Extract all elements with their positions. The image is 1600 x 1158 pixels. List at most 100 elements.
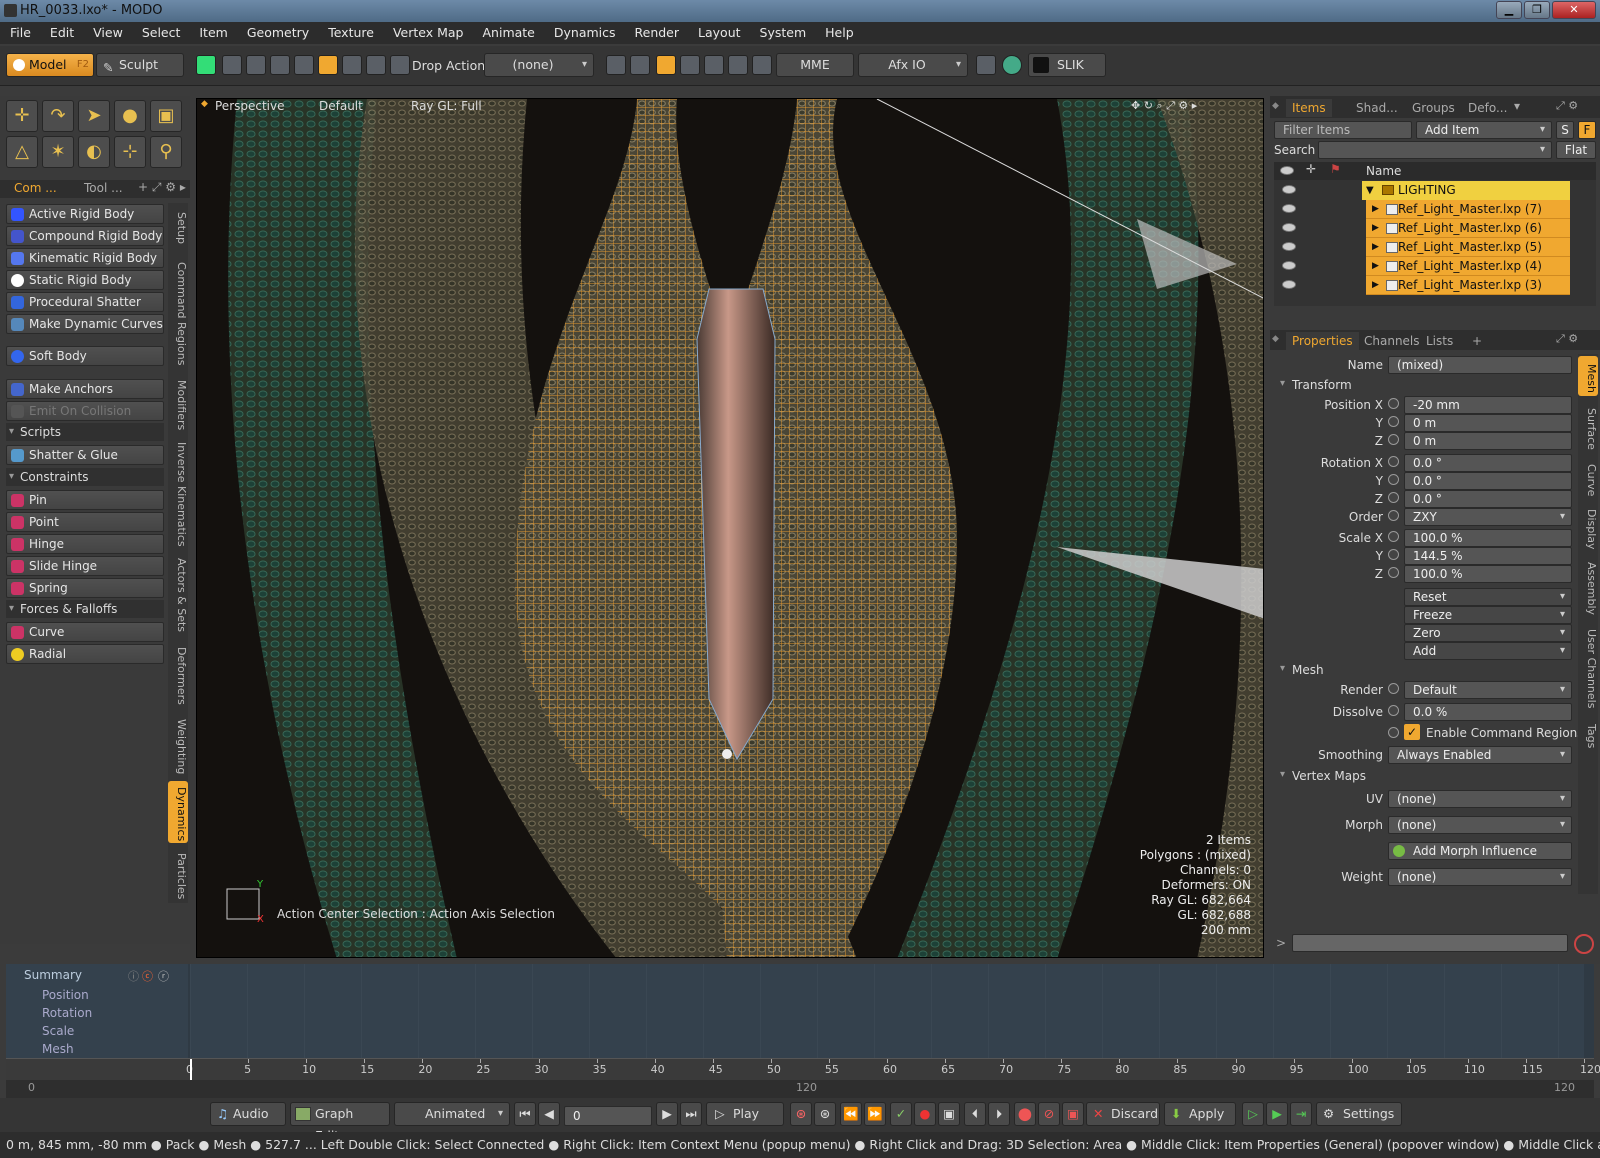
- tab-channels[interactable]: Channels: [1358, 332, 1426, 350]
- visibility-col-icon[interactable]: [1280, 166, 1294, 175]
- emit-on-collision-button[interactable]: Emit On Collision: [6, 401, 164, 421]
- menu-edit[interactable]: Edit: [40, 22, 83, 40]
- dopesheet-grid[interactable]: [190, 964, 1584, 1058]
- side-tab-display[interactable]: Display: [1578, 502, 1598, 552]
- key-filter-icon[interactable]: ⊛: [814, 1102, 836, 1126]
- active-rigid-body-button[interactable]: Active Rigid Body: [6, 204, 164, 224]
- name-column-header[interactable]: Name: [1366, 164, 1401, 178]
- tab-lists[interactable]: Lists: [1420, 332, 1459, 350]
- animated-dropdown[interactable]: Animated: [394, 1102, 510, 1126]
- mesh-section[interactable]: Mesh: [1276, 663, 1324, 677]
- menu-help[interactable]: Help: [815, 22, 863, 40]
- spring-button[interactable]: Spring: [6, 578, 164, 598]
- key-next-frame-icon[interactable]: ⏵: [988, 1102, 1010, 1126]
- menu-layout[interactable]: Layout: [688, 22, 750, 40]
- channel-dot[interactable]: [1388, 398, 1399, 409]
- flat-button[interactable]: Flat: [1556, 141, 1596, 159]
- model-mode-button[interactable]: Model F2: [6, 53, 94, 77]
- rotation-z-field[interactable]: 0.0 °: [1404, 490, 1572, 508]
- scale-z-field[interactable]: 100.0 %: [1404, 565, 1572, 583]
- transform-section[interactable]: Transform: [1276, 378, 1352, 392]
- tab-tools[interactable]: Tool ...: [84, 181, 123, 195]
- make-dynamic-curves-button[interactable]: Make Dynamic Curves: [6, 314, 164, 334]
- menu-file[interactable]: File: [0, 22, 40, 40]
- pin-button[interactable]: Pin: [6, 490, 164, 510]
- rotation-row[interactable]: Rotation: [6, 1004, 188, 1022]
- vertex-maps-section[interactable]: Vertex Maps: [1276, 769, 1366, 783]
- axis-tool-icon[interactable]: ⊹: [114, 136, 146, 168]
- rotate-tool-icon[interactable]: ✶: [42, 136, 74, 168]
- expand-arrow-icon[interactable]: ▶: [1372, 200, 1379, 219]
- lighting-group-row[interactable]: ▼ LIGHTING: [1362, 181, 1570, 200]
- menu-system[interactable]: System: [750, 22, 816, 40]
- side-tab-curve[interactable]: Curve: [1578, 458, 1598, 498]
- command-input[interactable]: [1292, 934, 1568, 952]
- key-all-icon[interactable]: ▣: [1062, 1102, 1084, 1126]
- range-bar[interactable]: 0 120 120: [6, 1080, 1594, 1098]
- panel-options-icon[interactable]: ⤢ ⚙: [1556, 99, 1578, 113]
- uv-dropdown[interactable]: (none): [1388, 790, 1572, 808]
- axis-icon[interactable]: [606, 55, 626, 75]
- light-tool-icon[interactable]: ●: [114, 100, 146, 132]
- rotation-y-field[interactable]: 0.0 °: [1404, 472, 1572, 490]
- point-button[interactable]: Point: [6, 512, 164, 532]
- forces-falloffs-header[interactable]: Forces & Falloffs: [6, 600, 164, 618]
- pivot-select-icon[interactable]: [342, 55, 362, 75]
- panel-options-icon[interactable]: ⤢ ⚙: [1556, 332, 1578, 346]
- set-key-icon[interactable]: ⬤: [1014, 1102, 1036, 1126]
- visibility-eye-icon[interactable]: [1282, 223, 1296, 232]
- tabs-overflow-icon[interactable]: ▾: [1514, 99, 1520, 113]
- grid-icon[interactable]: [704, 55, 724, 75]
- panel-menu-icon[interactable]: ◆: [1272, 101, 1279, 111]
- visibility-eye-icon[interactable]: [1282, 280, 1296, 289]
- channel-dot[interactable]: [1388, 456, 1399, 467]
- view-type-label[interactable]: Perspective: [215, 99, 285, 113]
- graph-editor-button[interactable]: Graph Editor: [290, 1102, 390, 1143]
- play-forward-icon[interactable]: ▷: [1242, 1102, 1264, 1126]
- 3d-viewport[interactable]: Y X ◆ Perspective Default Ray GL: Full ✥…: [196, 98, 1264, 958]
- enable-command-regions-checkbox[interactable]: ✓: [1404, 724, 1420, 740]
- vtab-inverse-kinematics[interactable]: Inverse Kinematics: [168, 437, 188, 547]
- drop-action-icon[interactable]: [390, 55, 410, 75]
- position-row[interactable]: Position: [6, 986, 188, 1004]
- next-key-icon[interactable]: ⏩: [864, 1102, 886, 1126]
- center-select-icon[interactable]: [366, 55, 386, 75]
- radial-force-button[interactable]: Radial: [6, 644, 164, 664]
- add-item-dropdown[interactable]: Add Item: [1416, 121, 1552, 139]
- globe-icon[interactable]: [1002, 55, 1022, 75]
- graph-key-icon[interactable]: ✓: [890, 1102, 912, 1126]
- visibility-eye-icon[interactable]: [1282, 242, 1296, 251]
- expand-arrow-icon[interactable]: ▶: [1372, 276, 1379, 295]
- go-end-icon[interactable]: ⏭: [680, 1102, 702, 1126]
- play-loop-icon[interactable]: ▶: [1266, 1102, 1288, 1126]
- side-tab-assembly[interactable]: Assembly: [1578, 556, 1598, 618]
- layout-icon[interactable]: [752, 55, 772, 75]
- key-prev-frame-icon[interactable]: ⏴: [964, 1102, 986, 1126]
- apply-button[interactable]: ⬇ Apply: [1164, 1102, 1236, 1126]
- step-back-icon[interactable]: ◀: [538, 1102, 560, 1126]
- record-key-icon[interactable]: ●: [914, 1102, 936, 1126]
- visibility-eye-icon[interactable]: [1282, 204, 1296, 213]
- tab-commands[interactable]: Com ...: [14, 181, 57, 195]
- joint-tool-icon[interactable]: ⚲: [150, 136, 182, 168]
- filter-items-field[interactable]: Filter Items: [1274, 121, 1412, 139]
- hinge-button[interactable]: Hinge: [6, 534, 164, 554]
- polygon-select-icon[interactable]: [270, 55, 290, 75]
- delete-key-icon[interactable]: ⊘: [1038, 1102, 1060, 1126]
- static-rigid-body-button[interactable]: Static Rigid Body: [6, 270, 164, 290]
- vtab-weighting[interactable]: Weighting: [168, 713, 188, 777]
- tab-properties[interactable]: Properties: [1286, 332, 1359, 350]
- panel-menu-icon[interactable]: ◆: [1272, 334, 1279, 344]
- scripts-header[interactable]: Scripts: [6, 423, 164, 441]
- auto-key-icon[interactable]: ⊛: [790, 1102, 812, 1126]
- tab-groups[interactable]: Groups: [1406, 99, 1461, 117]
- viewport-menu-icon[interactable]: ◆: [201, 99, 208, 109]
- shatter-glue-button[interactable]: Shatter & Glue: [6, 445, 164, 465]
- zero-dropdown[interactable]: Zero: [1404, 624, 1572, 642]
- morph-dropdown[interactable]: (none): [1388, 816, 1572, 834]
- add-morph-influence-button[interactable]: Add Morph Influence: [1388, 842, 1572, 860]
- constraints-header[interactable]: Constraints: [6, 468, 164, 486]
- vtab-modifiers[interactable]: Modifiers: [168, 373, 188, 433]
- item-row-4[interactable]: ▶ Ref_Light_Master.lxp (4): [1366, 257, 1570, 276]
- playhead[interactable]: [190, 1059, 192, 1081]
